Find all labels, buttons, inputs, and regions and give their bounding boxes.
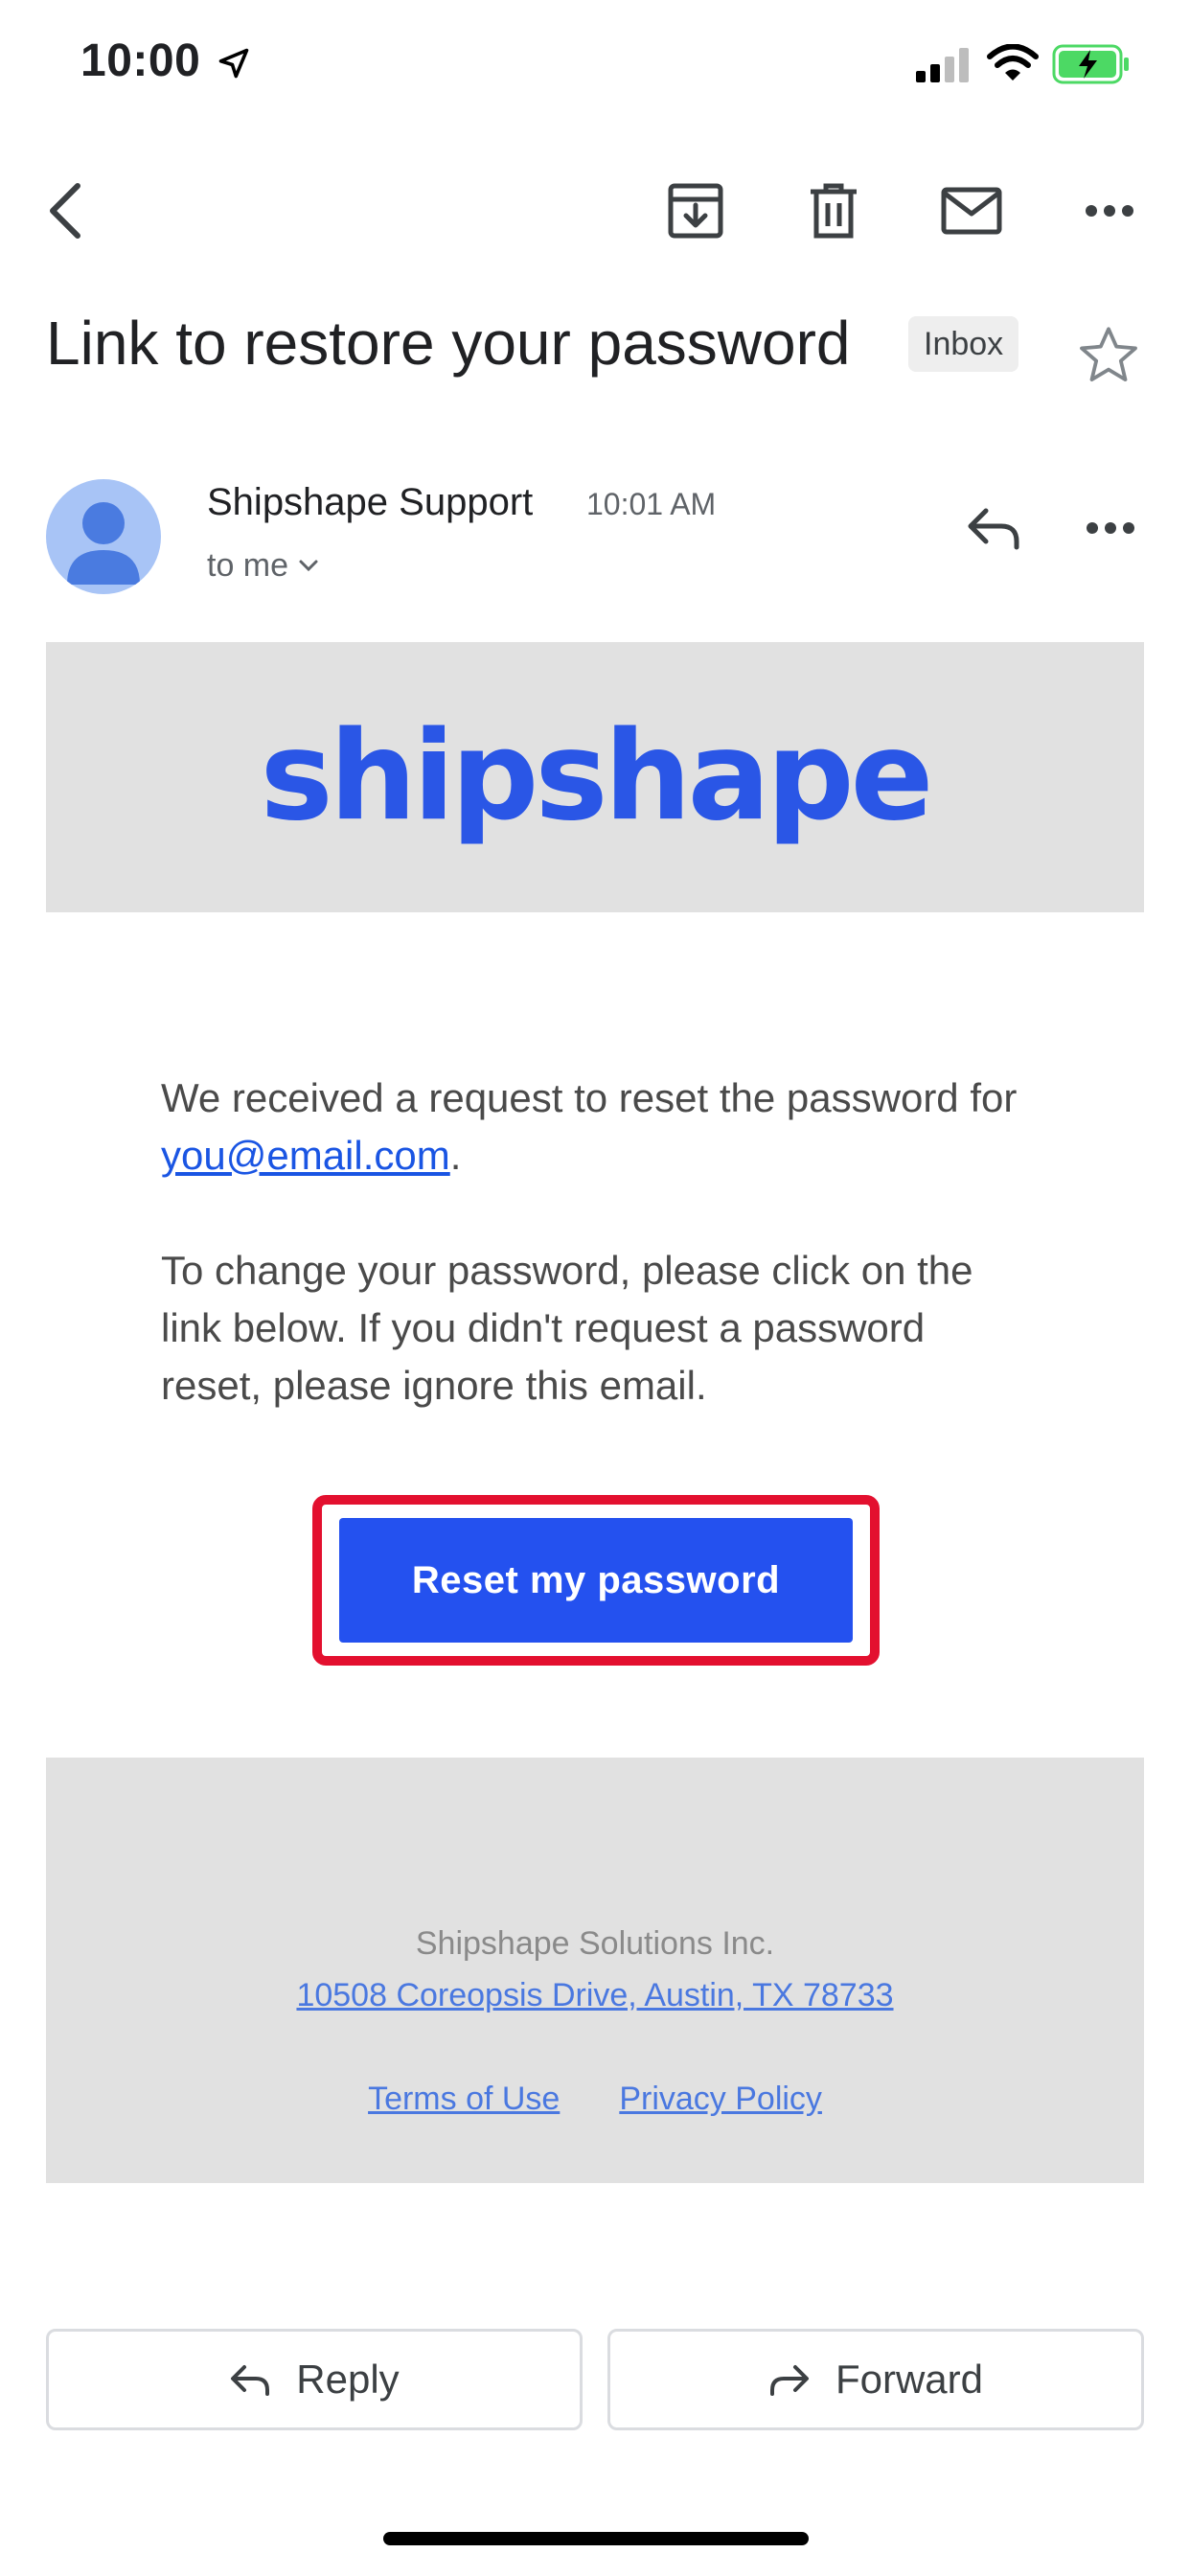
reply-label: Reply — [296, 2357, 400, 2402]
wifi-icon — [987, 44, 1039, 80]
sender-name: Shipshape Support — [207, 481, 534, 523]
paragraph-text: We received a request to reset the passw… — [161, 1075, 1018, 1120]
forward-button[interactable]: Forward — [607, 2329, 1144, 2430]
email-address-link[interactable]: you@email.com — [161, 1133, 450, 1178]
person-icon — [67, 502, 140, 585]
email-toolbar — [0, 163, 1190, 278]
more-icon — [1087, 522, 1134, 534]
home-indicator[interactable] — [383, 2532, 809, 2545]
status-bar: 10:00 — [0, 0, 1190, 134]
back-button[interactable] — [17, 163, 113, 259]
reset-request-paragraph: We received a request to reset the passw… — [161, 1070, 1023, 1184]
email-subject: Link to restore your password — [46, 309, 851, 378]
forward-label: Forward — [835, 2357, 984, 2402]
delete-icon — [811, 183, 857, 239]
location-arrow-icon — [218, 48, 249, 79]
company-name: Shipshape Solutions Inc. — [415, 1925, 775, 1962]
sender-avatar[interactable] — [46, 479, 161, 594]
sent-time: 10:01 AM — [586, 487, 717, 521]
subject-row: Link to restore your password Inbox — [46, 305, 1157, 401]
email-footer: Shipshape Solutions Inc. 10508 Coreopsis… — [46, 1758, 1144, 2183]
mark-unread-button[interactable] — [924, 163, 1019, 259]
reply-icon — [231, 2365, 270, 2396]
company-address-link[interactable]: 10508 Coreopsis Drive, Austin, TX 78733 — [46, 1974, 1144, 2016]
paragraph-period: . — [449, 1133, 462, 1178]
quick-reply-button[interactable] — [950, 485, 1037, 571]
back-icon — [50, 183, 80, 239]
reset-password-button[interactable]: Reset my password — [339, 1518, 853, 1643]
forward-icon — [769, 2365, 809, 2396]
footer-links: Terms of Use Privacy Policy — [46, 2078, 1144, 2120]
archive-button[interactable] — [648, 163, 744, 259]
privacy-policy-link[interactable]: Privacy Policy — [619, 2078, 822, 2120]
brand-logo: shipshape — [260, 705, 934, 848]
sender-row: Shipshape Support 10:01 AM to me — [46, 479, 1157, 604]
archive-icon — [668, 183, 723, 239]
reply-button[interactable]: Reply — [46, 2329, 583, 2430]
delete-button[interactable] — [786, 163, 881, 259]
brand-banner: shipshape — [46, 642, 1144, 912]
reply-icon — [968, 508, 1019, 550]
mark-unread-icon — [941, 187, 1002, 235]
recipient-details-toggle[interactable]: to me — [207, 544, 319, 586]
chevron-down-icon — [299, 560, 318, 572]
star-icon[interactable] — [1075, 322, 1142, 389]
instructions-paragraph: To change your password, please click on… — [161, 1248, 973, 1408]
terms-of-use-link[interactable]: Terms of Use — [368, 2078, 560, 2120]
recipient-text: to me — [207, 547, 289, 584]
cellular-signal-icon — [916, 48, 969, 82]
inbox-label[interactable]: Inbox — [908, 316, 1019, 372]
more-icon — [1086, 205, 1133, 217]
battery-charging-icon — [1052, 44, 1129, 84]
status-time: 10:00 — [80, 35, 201, 86]
message-more-button[interactable] — [1067, 485, 1154, 571]
more-options-button[interactable] — [1062, 163, 1157, 259]
